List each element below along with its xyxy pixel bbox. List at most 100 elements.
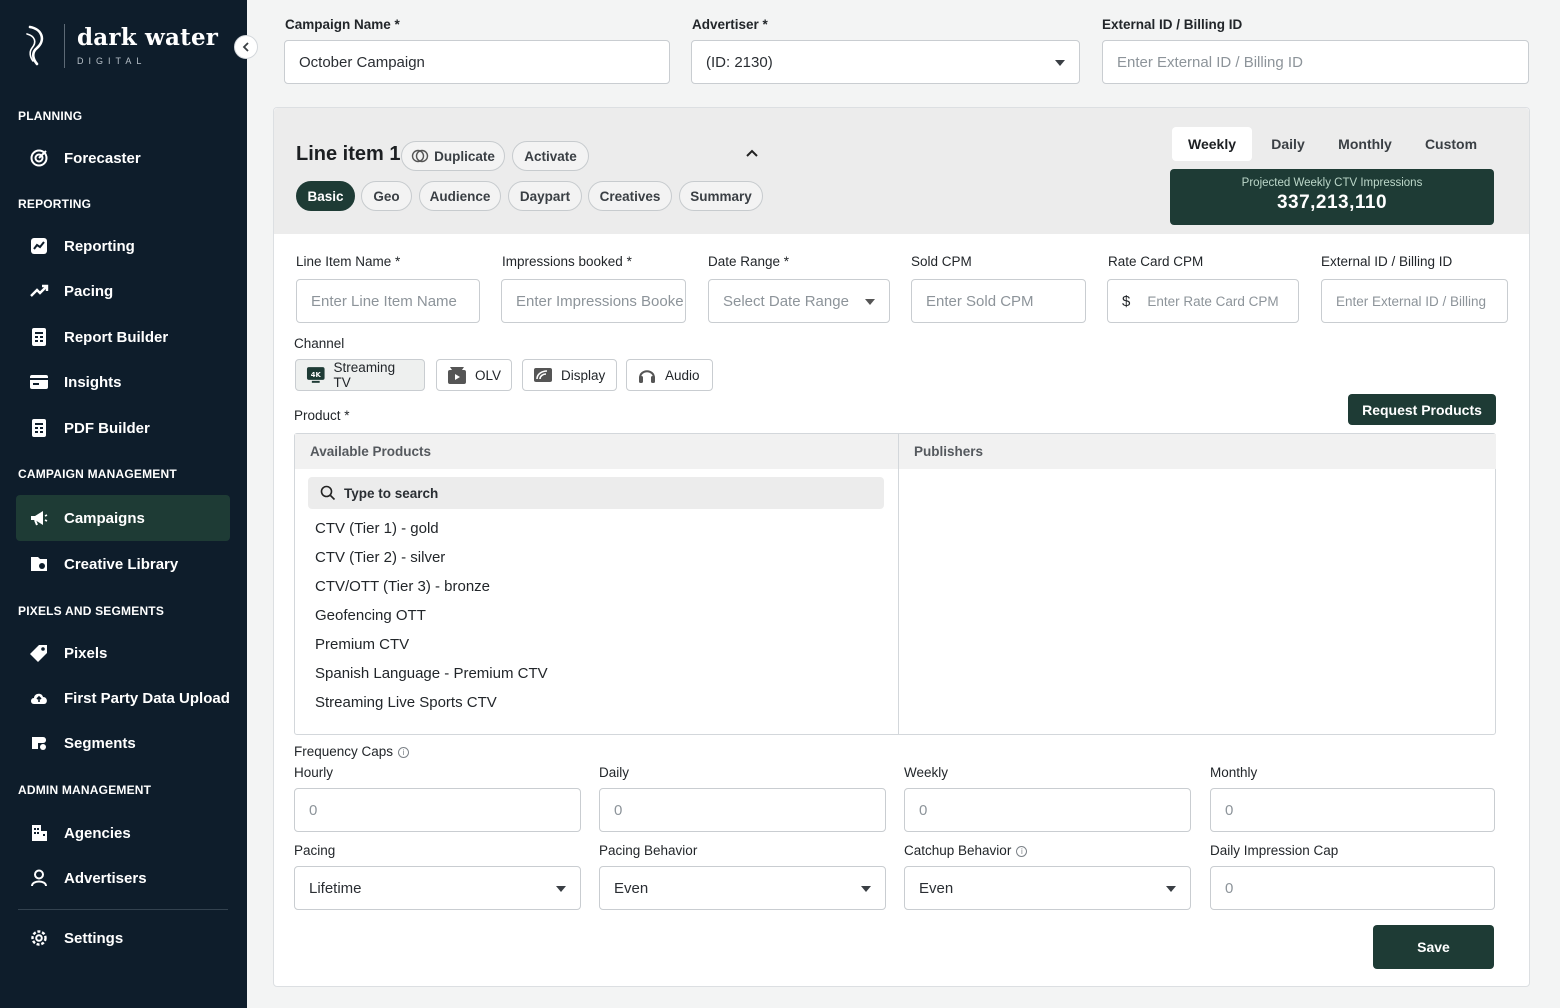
sidebar-item-agencies[interactable]: Agencies (16, 810, 230, 856)
weekly-cap-input[interactable]: 0 (904, 788, 1191, 832)
info-icon[interactable]: i (398, 747, 410, 758)
sidebar-item-segments[interactable]: Segments (16, 720, 230, 766)
line-item-name-input[interactable]: Enter Line Item Name (296, 279, 480, 323)
sidebar-item-report-builder[interactable]: Report Builder (16, 314, 230, 360)
date-range-select[interactable]: Select Date Range (708, 279, 890, 323)
line-item-card: Line item 1 Duplicate Activate Basic Geo… (273, 107, 1530, 987)
display-icon (534, 368, 552, 382)
sidebar-item-creative-library[interactable]: Creative Library (16, 541, 230, 587)
advertiser-select[interactable]: (ID: 2130) (691, 40, 1080, 84)
sidebar-item-label: Advertisers (64, 869, 147, 887)
duplicate-label: Duplicate (434, 148, 495, 164)
cloud-upload-icon (29, 688, 49, 708)
sidebar-item-advertisers[interactable]: Advertisers (16, 855, 230, 901)
daily-label: Daily (599, 765, 630, 780)
period-tabs: Weekly Daily Monthly Custom (1172, 127, 1504, 163)
tab-summary[interactable]: Summary (679, 181, 763, 211)
save-button[interactable]: Save (1373, 925, 1494, 969)
chevron-up-icon[interactable] (745, 147, 759, 159)
tv-icon: 4K (306, 367, 325, 383)
impressions-input[interactable]: Enter Impressions Booke (501, 279, 686, 323)
sidebar-item-label: PDF Builder (64, 419, 150, 437)
product-item[interactable]: Premium CTV (315, 636, 409, 653)
sidebar-item-reporting[interactable]: Reporting (16, 223, 230, 269)
tab-monthly[interactable]: Monthly (1324, 127, 1406, 161)
product-item[interactable]: Streaming Live Sports CTV (315, 694, 497, 711)
monthly-cap-input[interactable]: 0 (1210, 788, 1495, 832)
product-search-input[interactable]: Type to search (308, 477, 884, 509)
tab-daily[interactable]: Daily (1252, 127, 1324, 161)
tab-geo[interactable]: Geo (361, 181, 412, 211)
catchup-behavior-label: Catchup Behavior i (904, 843, 1028, 858)
activate-button[interactable]: Activate (512, 141, 589, 171)
forecaster-icon (29, 148, 49, 168)
caret-down-icon (861, 886, 871, 892)
sidebar-item-label: Pixels (64, 644, 108, 662)
product-item[interactable]: CTV (Tier 1) - gold (315, 520, 439, 537)
hourly-cap-input[interactable]: 0 (294, 788, 581, 832)
caret-down-icon (556, 886, 566, 892)
logo[interactable]: dark water DIGITAL (24, 24, 218, 68)
channel-label: Channel (294, 336, 345, 351)
sidebar-item-first-party[interactable]: First Party Data Upload (16, 675, 230, 721)
daily-impression-cap-input[interactable]: 0 (1210, 866, 1495, 910)
date-range-label: Date Range * (708, 254, 790, 269)
pacing-behavior-select[interactable]: Even (599, 866, 886, 910)
logo-wordmark: dark water DIGITAL (77, 24, 219, 67)
collapse-sidebar-button[interactable] (234, 35, 258, 59)
product-item[interactable]: Spanish Language - Premium CTV (315, 665, 548, 682)
sidebar-item-pixels[interactable]: Pixels (16, 630, 230, 676)
sidebar-item-label: Pacing (64, 282, 114, 300)
request-products-button[interactable]: Request Products (1348, 394, 1496, 425)
svg-text:4K: 4K (311, 371, 322, 379)
available-products-header: Available Products (295, 434, 898, 469)
product-item[interactable]: Geofencing OTT (315, 607, 426, 624)
sidebar-item-campaigns[interactable]: Campaigns (16, 495, 230, 541)
campaign-external-id-input[interactable]: Enter External ID / Billing ID (1102, 40, 1529, 84)
logo-mark-icon (26, 25, 44, 66)
sidebar-item-pdf-builder[interactable]: PDF Builder (16, 405, 230, 451)
advertiser-label: Advertiser * (692, 17, 768, 32)
rate-card-cpm-input[interactable]: $ Enter Rate Card CPM (1107, 279, 1299, 323)
pacing-select[interactable]: Lifetime (294, 866, 581, 910)
tab-creatives[interactable]: Creatives (588, 181, 672, 211)
tab-weekly[interactable]: Weekly (1172, 127, 1252, 161)
tab-daypart[interactable]: Daypart (508, 181, 582, 211)
projected-label: Projected Weekly CTV Impressions (1241, 177, 1423, 189)
channel-streaming-tv[interactable]: 4K Streaming TV (295, 359, 425, 391)
channel-display[interactable]: Display (522, 359, 617, 391)
rate-card-placeholder: Enter Rate Card CPM (1147, 293, 1279, 309)
sidebar-item-label: Segments (64, 734, 136, 752)
sidebar-item-forecaster[interactable]: Forecaster (16, 135, 230, 181)
sidebar-item-label: Settings (64, 929, 124, 947)
sold-cpm-input[interactable]: Enter Sold CPM (911, 279, 1086, 323)
section-campaign-management: CAMPAIGN MANAGEMENT (18, 467, 177, 481)
daily-cap-input[interactable]: 0 (599, 788, 886, 832)
search-icon (320, 485, 336, 501)
section-admin: ADMIN MANAGEMENT (18, 783, 152, 797)
product-item[interactable]: CTV/OTT (Tier 3) - bronze (315, 578, 490, 595)
campaign-name-input[interactable]: October Campaign (284, 40, 670, 84)
tab-basic[interactable]: Basic (296, 181, 355, 211)
sidebar-item-insights[interactable]: Insights (16, 359, 230, 405)
segments-icon (29, 733, 49, 753)
duplicate-button[interactable]: Duplicate (401, 141, 505, 171)
catchup-behavior-select[interactable]: Even (904, 866, 1191, 910)
search-placeholder: Type to search (344, 485, 439, 501)
channel-label-streaming: Streaming TV (333, 360, 396, 390)
sidebar-item-settings[interactable]: Settings (16, 915, 230, 961)
logo-divider (64, 24, 65, 68)
hourly-label: Hourly (294, 765, 334, 780)
channel-audio[interactable]: Audio (626, 359, 713, 391)
line-external-id-input[interactable]: Enter External ID / Billing (1321, 279, 1508, 323)
pacing-label: Pacing (294, 843, 336, 858)
pacing-behavior-value: Even (614, 879, 649, 897)
tab-audience[interactable]: Audience (419, 181, 501, 211)
tab-custom[interactable]: Custom (1406, 127, 1496, 161)
sidebar-item-pacing[interactable]: Pacing (16, 268, 230, 314)
pacing-behavior-label: Pacing Behavior (599, 843, 698, 858)
channel-olv[interactable]: OLV (436, 359, 512, 391)
logo-name: dark water (77, 24, 219, 51)
product-item[interactable]: CTV (Tier 2) - silver (315, 549, 445, 566)
info-icon[interactable]: i (1016, 846, 1028, 857)
